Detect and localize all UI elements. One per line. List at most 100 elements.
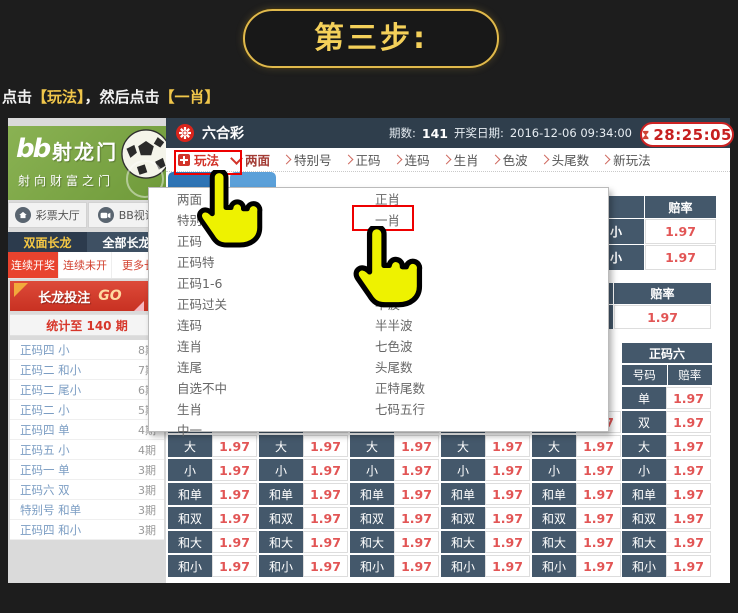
bet-option[interactable]: 大 (259, 435, 303, 457)
tab-two-side-dragon[interactable]: 双面长龙 (8, 232, 87, 252)
bet-odds[interactable]: 1.97 (394, 435, 439, 457)
menu-item[interactable]: 自选不中 (177, 378, 227, 399)
bet-odds[interactable]: 1.97 (303, 555, 348, 577)
bet-odds[interactable]: 1.97 (576, 435, 621, 457)
list-item[interactable]: 正码四 小 8期 (10, 340, 164, 360)
bet-odds[interactable]: 1.97 (303, 507, 348, 529)
menu-item[interactable]: 七码五行 (375, 399, 425, 420)
bet-option[interactable]: 和双 (532, 507, 576, 529)
bet-odds[interactable]: 1.97 (666, 531, 711, 553)
bet-option[interactable]: 和小 (259, 555, 303, 577)
bet-odds[interactable]: 1.97 (303, 531, 348, 553)
dragon-bet-banner[interactable]: 长龙投注 GO (10, 281, 150, 311)
bet-option[interactable]: 小 (441, 459, 485, 481)
nav-item-shengxiao[interactable]: 生肖 (441, 150, 479, 169)
list-item[interactable]: 特别号 和单 3期 (10, 500, 164, 520)
menu-item[interactable]: 正特尾数 (375, 378, 425, 399)
bet-option[interactable]: 小 (350, 459, 394, 481)
bet-odds[interactable]: 1.97 (666, 483, 711, 505)
bet-option[interactable]: 和双 (168, 507, 212, 529)
menu-item[interactable]: 半半波 (375, 315, 425, 336)
bet-odds[interactable]: 1.97 (303, 459, 348, 481)
bet-odds[interactable]: 1.97 (614, 305, 711, 329)
bet-odds[interactable]: 1.97 (485, 555, 530, 577)
bet-option[interactable]: 和双 (441, 507, 485, 529)
bet-odds[interactable]: 1.97 (576, 555, 621, 577)
menu-item[interactable]: 生肖 (177, 399, 227, 420)
bet-odds[interactable]: 1.97 (666, 555, 711, 577)
nav-item-zhengma[interactable]: 正码 (343, 150, 381, 169)
bet-odds[interactable]: 1.97 (485, 507, 530, 529)
bet-option[interactable]: 双 (622, 411, 666, 433)
nav-item-new-play[interactable]: 新玩法 (600, 150, 651, 169)
bet-option[interactable]: 和大 (350, 531, 394, 553)
menu-item[interactable]: 正码特 (177, 252, 227, 273)
bet-option[interactable]: 和大 (168, 531, 212, 553)
bet-option[interactable]: 大 (532, 435, 576, 457)
menu-item[interactable]: 连肖 (177, 336, 227, 357)
bet-option[interactable]: 大 (441, 435, 485, 457)
bet-odds[interactable]: 1.97 (576, 507, 621, 529)
bet-option[interactable]: 和单 (168, 483, 212, 505)
bet-option[interactable]: 单 (622, 387, 666, 409)
bet-option[interactable]: 和大 (259, 531, 303, 553)
bet-odds[interactable]: 1.97 (666, 411, 711, 433)
bet-option[interactable]: 小 (532, 459, 576, 481)
bet-odds[interactable]: 1.97 (212, 531, 257, 553)
bet-odds[interactable]: 1.97 (666, 435, 711, 457)
menu-item[interactable]: 连码 (177, 315, 227, 336)
bet-odds[interactable]: 1.97 (576, 531, 621, 553)
menu-item[interactable]: 连尾 (177, 357, 227, 378)
subtab-continuous-open[interactable]: 连续开奖 (8, 252, 59, 278)
bet-odds[interactable]: 1.97 (666, 459, 711, 481)
bet-option[interactable]: 大 (622, 435, 666, 457)
bet-option[interactable]: 和小 (441, 555, 485, 577)
menu-item[interactable]: 正码1-6 (177, 273, 227, 294)
bet-odds[interactable]: 1.97 (485, 483, 530, 505)
list-item[interactable]: 正码四 和小 3期 (10, 520, 164, 540)
bet-odds[interactable]: 1.97 (666, 507, 711, 529)
bet-option[interactable]: 小 (168, 459, 212, 481)
bet-option[interactable]: 和小 (622, 555, 666, 577)
list-item[interactable]: 正码二 和小 7期 (10, 360, 164, 380)
bet-odds[interactable]: 1.97 (303, 483, 348, 505)
bet-option[interactable]: 和小 (350, 555, 394, 577)
list-item[interactable]: 正码五 小 4期 (10, 440, 164, 460)
menu-item[interactable]: 七色波 (375, 336, 425, 357)
bet-odds[interactable]: 1.97 (394, 555, 439, 577)
menu-item[interactable]: 中一 (177, 420, 227, 441)
bet-odds[interactable]: 1.97 (645, 245, 716, 270)
lottery-hall-button[interactable]: 彩票大厅 (8, 202, 87, 228)
bet-odds[interactable]: 1.97 (212, 555, 257, 577)
nav-item-touwei[interactable]: 头尾数 (539, 150, 589, 169)
bet-odds[interactable]: 1.97 (394, 531, 439, 553)
bet-option[interactable]: 大 (350, 435, 394, 457)
nav-item-sebo[interactable]: 色波 (490, 150, 528, 169)
bet-odds[interactable]: 1.97 (485, 435, 530, 457)
bet-option[interactable]: 和双 (259, 507, 303, 529)
bet-option[interactable]: 小 (622, 459, 666, 481)
menu-item[interactable]: 头尾数 (375, 357, 425, 378)
bet-option[interactable]: 和单 (622, 483, 666, 505)
bet-odds[interactable]: 1.97 (485, 531, 530, 553)
bet-option[interactable]: 和单 (532, 483, 576, 505)
bet-option[interactable]: 和大 (532, 531, 576, 553)
bet-odds[interactable]: 1.97 (212, 507, 257, 529)
menu-item[interactable]: 正码过关 (177, 294, 227, 315)
bet-option[interactable]: 小 (259, 459, 303, 481)
bet-option[interactable]: 和大 (441, 531, 485, 553)
bet-option[interactable]: 和双 (350, 507, 394, 529)
bet-option[interactable]: 和单 (350, 483, 394, 505)
nav-item-lianma[interactable]: 连码 (392, 150, 430, 169)
list-item[interactable]: 正码二 小 5期 (10, 400, 164, 420)
bet-odds[interactable]: 1.97 (576, 459, 621, 481)
bet-option[interactable]: 和单 (441, 483, 485, 505)
bet-odds[interactable]: 1.97 (212, 459, 257, 481)
bet-odds[interactable]: 1.97 (645, 219, 716, 244)
bet-option[interactable]: 和大 (622, 531, 666, 553)
list-item[interactable]: 正码六 双 3期 (10, 480, 164, 500)
logo-banner[interactable]: bb 射龙门 射向财富之门 (8, 126, 166, 200)
bet-odds[interactable]: 1.97 (666, 387, 711, 409)
bet-odds[interactable]: 1.97 (212, 483, 257, 505)
list-item[interactable]: 正码一 单 3期 (10, 460, 164, 480)
